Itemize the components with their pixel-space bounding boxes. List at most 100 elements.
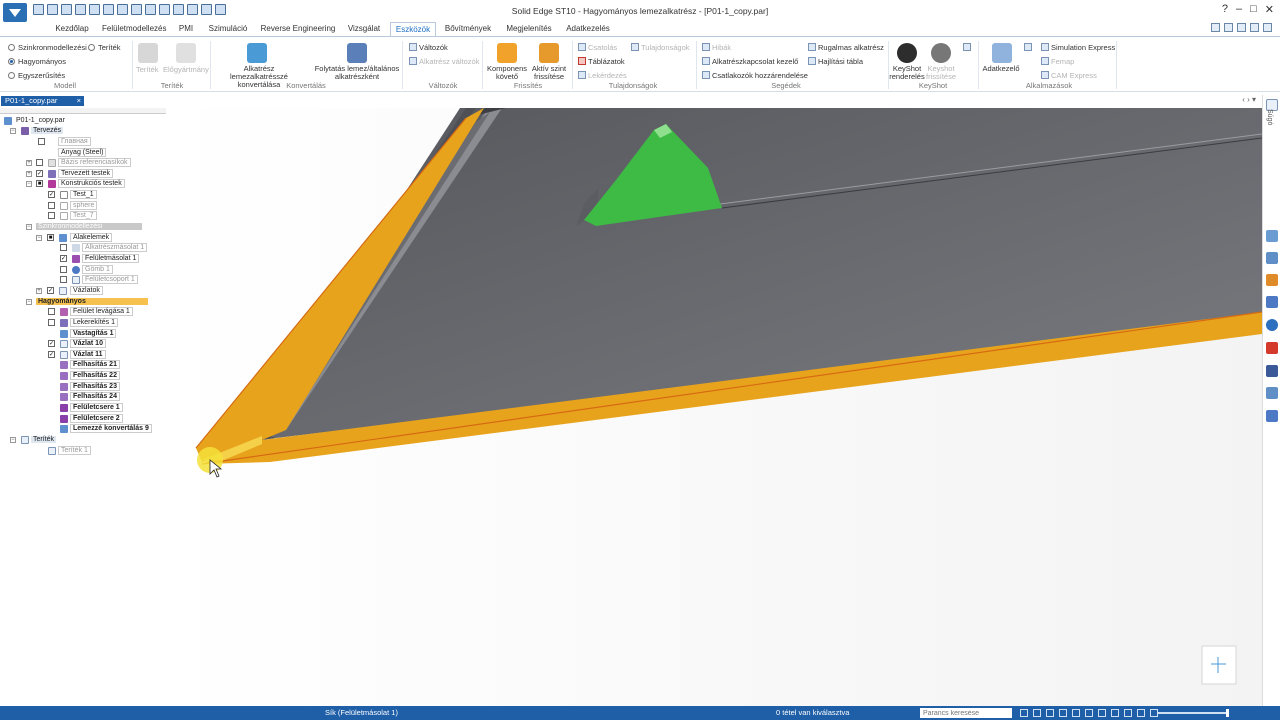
visibility-checkbox[interactable] xyxy=(38,138,45,145)
tree-part-copy[interactable]: Alkatrészmásolat 1 xyxy=(60,243,148,253)
ordered-mode-radio[interactable]: Hagyományos xyxy=(8,57,66,66)
active-level-update-icon[interactable] xyxy=(539,43,559,63)
keyshot-update-button[interactable]: Keyshot frissítése xyxy=(922,65,960,81)
zoom-slider-thumb[interactable] xyxy=(1226,709,1229,717)
properties-icon[interactable] xyxy=(117,4,128,15)
learning-icon[interactable] xyxy=(1266,410,1278,422)
data-manager-icon[interactable] xyxy=(992,43,1012,63)
minimize-icon[interactable]: – xyxy=(1236,3,1242,16)
flat-pattern-button[interactable]: Teríték xyxy=(136,65,159,74)
tree-flat1[interactable]: Teríték 1 xyxy=(48,446,91,456)
close-icon[interactable]: ✕ xyxy=(1265,3,1274,16)
tree-design[interactable]: − Tervezés xyxy=(10,126,64,136)
sync-mode-radio[interactable]: Szinkronmodellezési xyxy=(8,43,87,52)
continue-convert-icon[interactable] xyxy=(347,43,367,63)
tree-surface-group[interactable]: Felületcsoport 1 xyxy=(60,275,138,285)
named-views-icon[interactable] xyxy=(1124,709,1132,717)
zoom-slider[interactable] xyxy=(1158,712,1228,714)
new-icon[interactable] xyxy=(61,4,72,15)
options-icon[interactable] xyxy=(1224,23,1233,32)
visibility-checkbox[interactable] xyxy=(48,202,55,209)
open-icon[interactable] xyxy=(47,4,58,15)
visibility-checkbox[interactable] xyxy=(48,212,55,219)
attach-connectors-button[interactable]: Csatlakozók hozzárendelése xyxy=(702,71,808,80)
tree-test1[interactable]: ✓ Test_1 xyxy=(48,190,97,200)
visibility-checkbox[interactable] xyxy=(48,308,55,315)
tree-features[interactable]: − ■ Alakelemek xyxy=(36,233,113,243)
tree-cut21[interactable]: Felhasítás 21 xyxy=(48,360,120,370)
tree-root[interactable]: P01-1_copy.par xyxy=(4,116,67,126)
collapse-icon[interactable]: − xyxy=(26,181,32,187)
cam-express-button[interactable]: CAM Express xyxy=(1041,71,1097,80)
features-library-icon[interactable] xyxy=(1266,296,1278,308)
tree-thicken[interactable]: Vastagítás 1 xyxy=(48,329,117,339)
flex-part-button[interactable]: Rugalmas alkatrész xyxy=(808,43,884,52)
flat-pattern-icon[interactable] xyxy=(138,43,158,63)
tree-cut24[interactable]: Felhasítás 24 xyxy=(48,392,120,402)
community-icon[interactable] xyxy=(1266,387,1278,399)
collapse-icon[interactable]: − xyxy=(10,128,16,134)
tab-surfacing[interactable]: Felületmodellezés xyxy=(102,22,166,36)
application-menu-button[interactable] xyxy=(3,3,27,22)
tab-simulation[interactable]: Szimuláció xyxy=(208,22,248,36)
tree-main[interactable]: Главная xyxy=(38,137,91,147)
bend-table-button[interactable]: Hajlítási tábla xyxy=(808,57,863,66)
collapse-icon[interactable]: − xyxy=(36,235,42,241)
tree-construction-bodies[interactable]: − ■ Konstrukciós testek xyxy=(26,179,125,189)
maximize-icon[interactable]: □ xyxy=(1250,3,1257,16)
command-search-input[interactable] xyxy=(920,708,1012,718)
keyshot-update-icon[interactable] xyxy=(931,43,951,63)
ribbon-minimize-icon[interactable] xyxy=(1237,23,1246,32)
keyshot-settings-icon[interactable] xyxy=(963,43,971,51)
variables-button[interactable]: Változók xyxy=(409,43,448,52)
shading-icon[interactable] xyxy=(201,4,212,15)
view-cube[interactable] xyxy=(1201,645,1237,685)
visibility-checkbox[interactable]: ✓ xyxy=(48,340,55,347)
data-manager-button[interactable]: Adatkezelő xyxy=(980,65,1022,73)
document-tab[interactable]: P01-1_copy.par × xyxy=(1,96,84,106)
tree-test7[interactable]: Test_7 xyxy=(48,211,97,221)
tree-sync-modeling[interactable]: − Szinkronmodellezési xyxy=(26,222,143,232)
tree-round[interactable]: Lekerekítés 1 xyxy=(48,318,119,328)
tree-flat[interactable]: − Teríték xyxy=(10,435,57,445)
help-tab-label[interactable]: Súgó xyxy=(1266,109,1273,125)
tab-reverse-engineering[interactable]: Reverse Engineering xyxy=(260,22,336,36)
visibility-checkbox[interactable]: ✓ xyxy=(48,191,55,198)
view-style-icon[interactable] xyxy=(1111,709,1119,717)
visibility-checkbox[interactable]: ✓ xyxy=(36,170,43,177)
graphics-window[interactable] xyxy=(166,108,1262,706)
save-icon[interactable] xyxy=(33,4,44,15)
tab-add-ins[interactable]: Bővítmények xyxy=(443,22,493,36)
visibility-checkbox[interactable] xyxy=(60,276,67,283)
visibility-checkbox[interactable] xyxy=(60,244,67,251)
tree-material[interactable]: Anyag (Steel) xyxy=(48,148,107,158)
visibility-checkbox[interactable]: ✓ xyxy=(48,351,55,358)
tree-replace2[interactable]: Felületcsere 2 xyxy=(48,414,123,424)
keyshot-render-button[interactable]: KeyShot renderelés xyxy=(888,65,926,81)
tree-sketches[interactable]: + ✓ Vázlatok xyxy=(36,286,103,296)
print-icon[interactable] xyxy=(75,4,86,15)
relation-manager-button[interactable]: Alkatrészkapcsolat kezelő xyxy=(702,57,798,66)
select-icon[interactable] xyxy=(131,4,142,15)
zoom-out-icon[interactable] xyxy=(1150,709,1158,717)
tree-sketch11[interactable]: ✓ Vázlat 11 xyxy=(48,350,106,360)
tree-designed-bodies[interactable]: + ✓ Tervezett testek xyxy=(26,169,114,179)
attach-button[interactable]: Csatolás xyxy=(578,43,617,52)
visibility-checkbox[interactable]: ✓ xyxy=(60,255,67,262)
tab-pmi[interactable]: PMI xyxy=(175,22,197,36)
help-circle-icon[interactable] xyxy=(1266,319,1278,331)
active-level-update-button[interactable]: Aktív szint frissítése xyxy=(529,65,569,81)
tab-home[interactable]: Kezdőlap xyxy=(52,22,92,36)
help-icon[interactable]: ? xyxy=(1222,3,1228,16)
visibility-checkbox[interactable]: ✓ xyxy=(47,287,54,294)
document-nav-controls[interactable]: ‹ › ▾ xyxy=(1242,95,1256,104)
youtube-icon[interactable] xyxy=(1266,342,1278,354)
customize-qat-icon[interactable] xyxy=(215,4,226,15)
query-button[interactable]: Lekérdezés xyxy=(578,71,627,80)
tree-sphere1[interactable]: Gömb 1 xyxy=(60,265,113,275)
tree-cut23[interactable]: Felhasítás 23 xyxy=(48,382,120,392)
tree-convert9[interactable]: Lemezzé konvertálás 9 xyxy=(48,424,152,434)
expand-icon[interactable]: + xyxy=(36,288,42,294)
visibility-checkbox[interactable] xyxy=(36,159,43,166)
fit-icon[interactable] xyxy=(159,4,170,15)
